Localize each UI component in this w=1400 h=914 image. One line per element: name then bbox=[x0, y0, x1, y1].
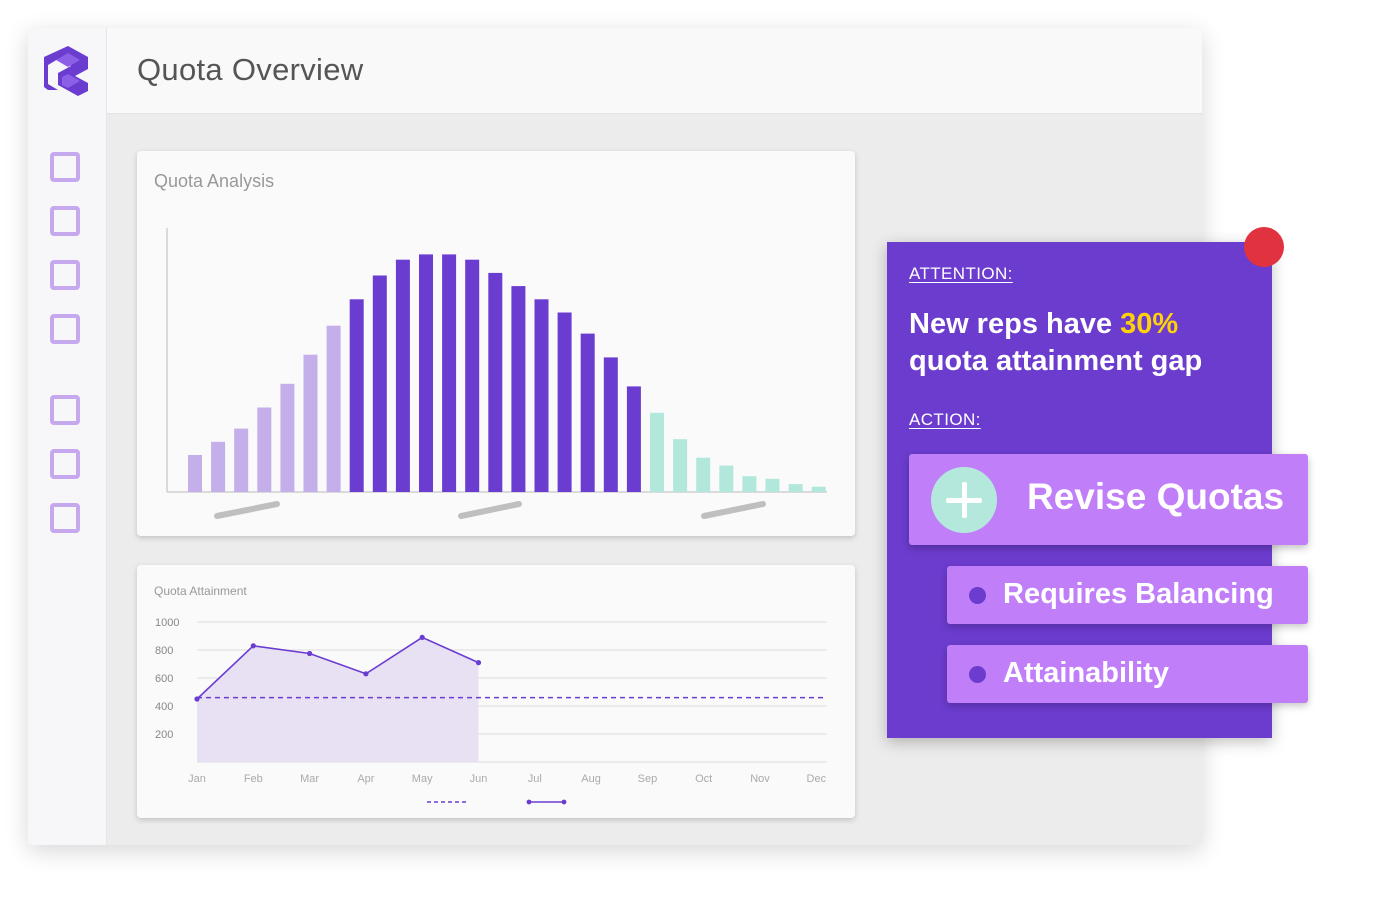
bar-21 bbox=[650, 412, 664, 492]
bar-20 bbox=[626, 386, 641, 492]
bar-9 bbox=[372, 275, 387, 492]
revise-quotas-label: Revise Quotas bbox=[1027, 476, 1285, 517]
x-tick-mar: Mar bbox=[300, 773, 319, 785]
bar-22 bbox=[673, 439, 688, 492]
requires-balancing-label: Requires Balancing bbox=[1003, 578, 1274, 610]
sidebar-item-2[interactable] bbox=[50, 206, 80, 236]
quota-attainment-card: Quota Attainment 200 400 600 800 1000 Jan Feb M… bbox=[137, 565, 855, 818]
x-tick-oct: Oct bbox=[695, 773, 712, 785]
bar-27 bbox=[788, 484, 803, 492]
bar-7 bbox=[326, 325, 341, 492]
x-tick-dec: Dec bbox=[807, 773, 827, 785]
attention-headline: New reps have 30% quota attainment gap bbox=[909, 306, 1259, 380]
attainability-button[interactable]: Attainability bbox=[947, 645, 1308, 703]
attainability-label: Attainability bbox=[1003, 657, 1169, 689]
sidebar-item-6[interactable] bbox=[50, 449, 80, 479]
bar-24 bbox=[719, 465, 734, 492]
attainment-point-6 bbox=[475, 660, 482, 666]
bar-28 bbox=[811, 486, 826, 492]
bar-25 bbox=[742, 476, 757, 492]
bar-17 bbox=[557, 312, 572, 492]
bar-8 bbox=[349, 299, 364, 492]
notification-dot bbox=[1244, 227, 1284, 267]
revise-quotas-button[interactable]: Revise Quotas bbox=[909, 454, 1308, 545]
y-tick-1000: 1000 bbox=[155, 617, 179, 629]
legend-line-marker bbox=[526, 799, 532, 805]
quota-analysis-chart bbox=[166, 228, 827, 519]
bar-6 bbox=[303, 354, 318, 492]
bar-10 bbox=[395, 259, 410, 492]
x-tick-placeholder bbox=[458, 501, 522, 519]
legend-line-marker bbox=[561, 799, 567, 805]
brand-logo-icon[interactable] bbox=[44, 44, 92, 96]
bar-5 bbox=[280, 383, 295, 492]
bar-12 bbox=[442, 254, 457, 492]
bar-11 bbox=[419, 254, 433, 492]
x-tick-jul: Jul bbox=[528, 773, 542, 785]
x-tick-aug: Aug bbox=[581, 773, 601, 785]
bar-26 bbox=[765, 478, 780, 492]
x-tick-placeholder bbox=[701, 501, 766, 519]
x-tick-apr: Apr bbox=[357, 773, 374, 785]
bar-3 bbox=[234, 428, 249, 492]
x-tick-may: May bbox=[412, 773, 433, 785]
bar-23 bbox=[696, 457, 711, 492]
sidebar-item-3[interactable] bbox=[50, 260, 80, 290]
bar-19 bbox=[603, 357, 618, 492]
bar-4 bbox=[257, 407, 272, 492]
x-tick-feb: Feb bbox=[244, 773, 263, 785]
bar-1 bbox=[188, 455, 202, 492]
sidebar-item-5[interactable] bbox=[50, 395, 80, 425]
bullet-icon bbox=[969, 666, 986, 683]
sidebar-item-1[interactable] bbox=[50, 152, 80, 182]
y-tick-200: 200 bbox=[155, 729, 173, 741]
sidebar-item-7[interactable] bbox=[50, 503, 80, 533]
headline-prefix: New reps have bbox=[909, 308, 1121, 340]
bar-15 bbox=[511, 286, 526, 492]
plus-icon bbox=[931, 467, 997, 533]
bullet-icon bbox=[969, 587, 986, 604]
bar-13 bbox=[465, 259, 480, 492]
x-tick-jun: Jun bbox=[470, 773, 488, 785]
y-tick-800: 800 bbox=[155, 645, 173, 657]
sidebar-item-4[interactable] bbox=[50, 314, 80, 344]
bar-2 bbox=[211, 441, 226, 492]
action-label: ACTION: bbox=[909, 410, 981, 429]
headline-suffix: quota attainment gap bbox=[909, 345, 1203, 377]
bar-18 bbox=[580, 333, 595, 492]
y-tick-400: 400 bbox=[155, 701, 173, 713]
y-tick-600: 600 bbox=[155, 673, 173, 685]
attainment-point-2 bbox=[250, 643, 256, 649]
x-tick-sep: Sep bbox=[638, 773, 658, 785]
attainment-point-4 bbox=[363, 671, 369, 677]
attainment-point-5 bbox=[419, 634, 425, 640]
top-bar: Quota Overview bbox=[107, 28, 1202, 114]
attention-label: ATTENTION: bbox=[909, 264, 1013, 283]
sidebar bbox=[28, 28, 107, 845]
quota-attainment-chart: 200 400 600 800 1000 Jan Feb Mar Apr May Jun Jul Aug… bbox=[155, 617, 827, 805]
requires-balancing-button[interactable]: Requires Balancing bbox=[947, 566, 1308, 624]
attainment-area bbox=[197, 637, 479, 762]
x-tick-placeholder bbox=[214, 501, 280, 519]
attainment-point-3 bbox=[307, 650, 313, 657]
bar-14 bbox=[488, 272, 503, 492]
page-title: Quota Overview bbox=[137, 52, 364, 87]
x-tick-jan: Jan bbox=[188, 773, 206, 785]
bar-16 bbox=[534, 299, 549, 492]
headline-highlight: 30% bbox=[1120, 308, 1179, 340]
x-tick-nov: Nov bbox=[750, 773, 770, 785]
quota-analysis-card: Quota Analysis bbox=[137, 151, 855, 536]
